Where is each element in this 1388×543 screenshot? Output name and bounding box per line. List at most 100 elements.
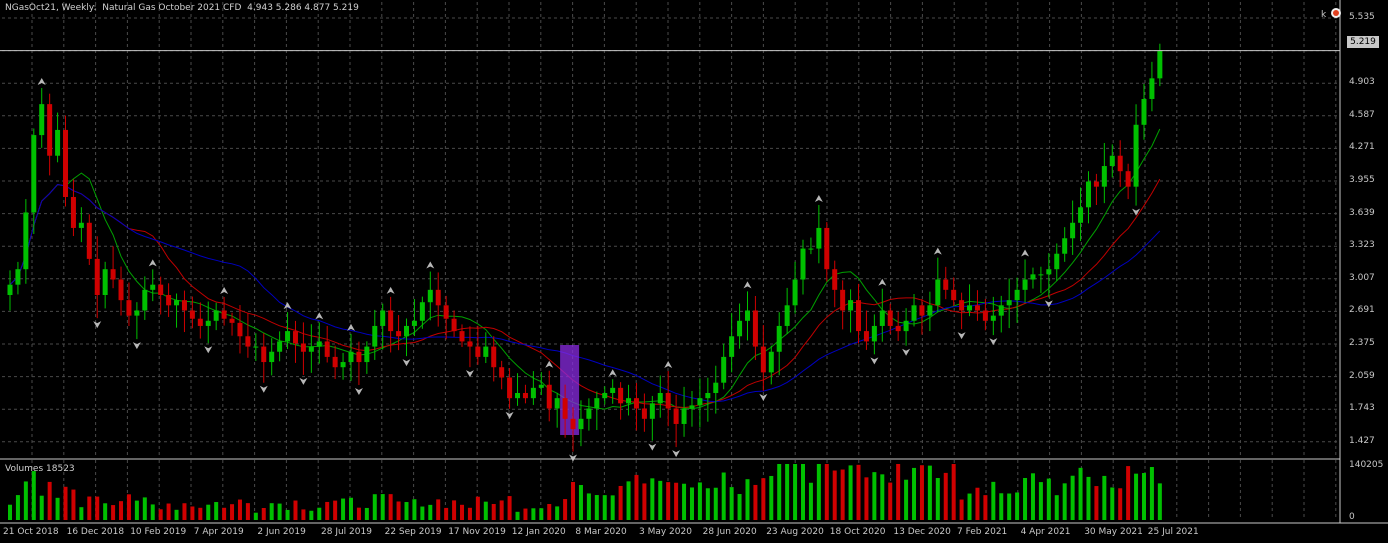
- candle-body: [618, 387, 624, 404]
- volume-bar: [237, 499, 242, 520]
- chart-window[interactable]: NGasOct21, Weekly: Natural Gas October 2…: [0, 0, 1388, 543]
- volume-bar: [785, 464, 790, 520]
- volume-bar: [301, 509, 306, 520]
- volume-bar: [745, 479, 750, 520]
- price-tick-label: 2.691: [1349, 305, 1375, 316]
- candle-body: [951, 289, 957, 301]
- volume-bar: [523, 508, 528, 520]
- chart-settings-icon[interactable]: k: [1320, 6, 1342, 20]
- volume-bar: [515, 511, 520, 520]
- time-tick-label: 22 Sep 2019: [384, 527, 442, 537]
- candle-body: [530, 387, 536, 399]
- volume-bar: [705, 488, 710, 520]
- fractal-up-icon: [664, 361, 673, 369]
- volume-bar: [896, 464, 901, 520]
- fractal-down-icon: [402, 359, 411, 367]
- time-tick-label: 18 Oct 2020: [829, 527, 886, 537]
- volume-bar: [761, 478, 766, 520]
- candle-body: [1006, 300, 1012, 306]
- volume-bar: [682, 483, 687, 520]
- candle-body: [1054, 253, 1060, 270]
- fractal-up-icon: [1021, 249, 1030, 257]
- volume-bar: [816, 464, 821, 520]
- volume-bar: [1157, 483, 1162, 520]
- candle-body: [451, 318, 457, 332]
- time-tick-label: 12 Jan 2020: [511, 527, 566, 537]
- volume-bar: [713, 487, 718, 520]
- candle-body: [308, 346, 314, 352]
- volume-bar: [634, 474, 639, 520]
- volume-bar: [729, 487, 734, 520]
- volume-bar: [602, 495, 607, 520]
- volume-bar: [95, 496, 100, 520]
- candle-body: [760, 346, 766, 373]
- volume-bar: [1126, 466, 1131, 520]
- volume-bar: [198, 507, 203, 520]
- time-tick-label: 28 Jul 2019: [321, 527, 372, 537]
- candle-body: [1141, 98, 1147, 125]
- fractal-down-icon: [989, 338, 998, 346]
- volume-bar: [317, 507, 322, 520]
- volume-bar: [79, 507, 84, 520]
- time-tick-label: 21 Oct 2018: [3, 527, 59, 537]
- candle-body: [697, 398, 703, 406]
- volume-bar: [539, 508, 544, 520]
- volume-bar: [864, 477, 869, 520]
- fractal-up-icon: [933, 247, 942, 255]
- fractal-up-icon: [315, 312, 324, 320]
- candle-body: [1030, 274, 1036, 280]
- candle-body: [816, 227, 822, 249]
- candle-body: [94, 258, 100, 295]
- volume-bar: [848, 465, 853, 520]
- candle-body: [356, 351, 362, 363]
- candle-body: [1078, 207, 1084, 223]
- volume-bar: [277, 503, 282, 520]
- volume-bar: [967, 493, 972, 520]
- candle-body: [229, 318, 235, 323]
- volume-bar: [388, 494, 393, 520]
- volume-bar: [150, 504, 155, 520]
- candle-body: [657, 393, 663, 404]
- fractal-up-icon: [386, 286, 395, 294]
- volume-bar: [15, 495, 20, 520]
- candle-body: [269, 351, 275, 363]
- candle-body: [181, 300, 187, 311]
- volume-bar: [777, 464, 782, 520]
- candle-body: [118, 279, 124, 301]
- candle-body: [189, 310, 195, 319]
- chart-canvas[interactable]: [0, 0, 1388, 543]
- volume-bar: [341, 498, 346, 520]
- volume-bar: [126, 494, 131, 520]
- candle-body: [86, 222, 92, 259]
- fractal-up-icon: [743, 281, 752, 289]
- volume-bar: [808, 482, 813, 520]
- candle-body: [974, 305, 980, 311]
- volume-bar: [951, 464, 956, 520]
- volume-bar: [991, 481, 996, 520]
- candle-body: [110, 269, 116, 280]
- fractal-up-icon: [814, 194, 823, 202]
- candle-body: [1133, 124, 1139, 187]
- volume-bar: [428, 504, 433, 520]
- candle-body: [134, 310, 140, 316]
- volume-bar: [840, 469, 845, 520]
- fractal-up-icon: [426, 261, 435, 269]
- candle-body: [1157, 50, 1163, 79]
- candle-body: [681, 408, 687, 424]
- candle-body: [1085, 181, 1091, 208]
- candle-body: [55, 129, 61, 156]
- candle-body: [1014, 289, 1020, 301]
- candle-body: [1125, 171, 1131, 187]
- volume-bar: [1023, 477, 1028, 520]
- candle-body: [102, 269, 108, 295]
- fractal-down-icon: [870, 357, 879, 365]
- volume-bar: [142, 497, 147, 520]
- candle-body: [903, 320, 909, 332]
- volume-bar: [230, 504, 235, 520]
- volume-bar: [927, 465, 932, 520]
- selection-highlight: [560, 345, 580, 435]
- price-tick-label: 4.903: [1349, 77, 1375, 88]
- volume-bar: [1070, 475, 1075, 520]
- candle-body: [78, 222, 84, 228]
- ohlc-values: 4.943 5.286 4.877 5.219: [247, 3, 359, 13]
